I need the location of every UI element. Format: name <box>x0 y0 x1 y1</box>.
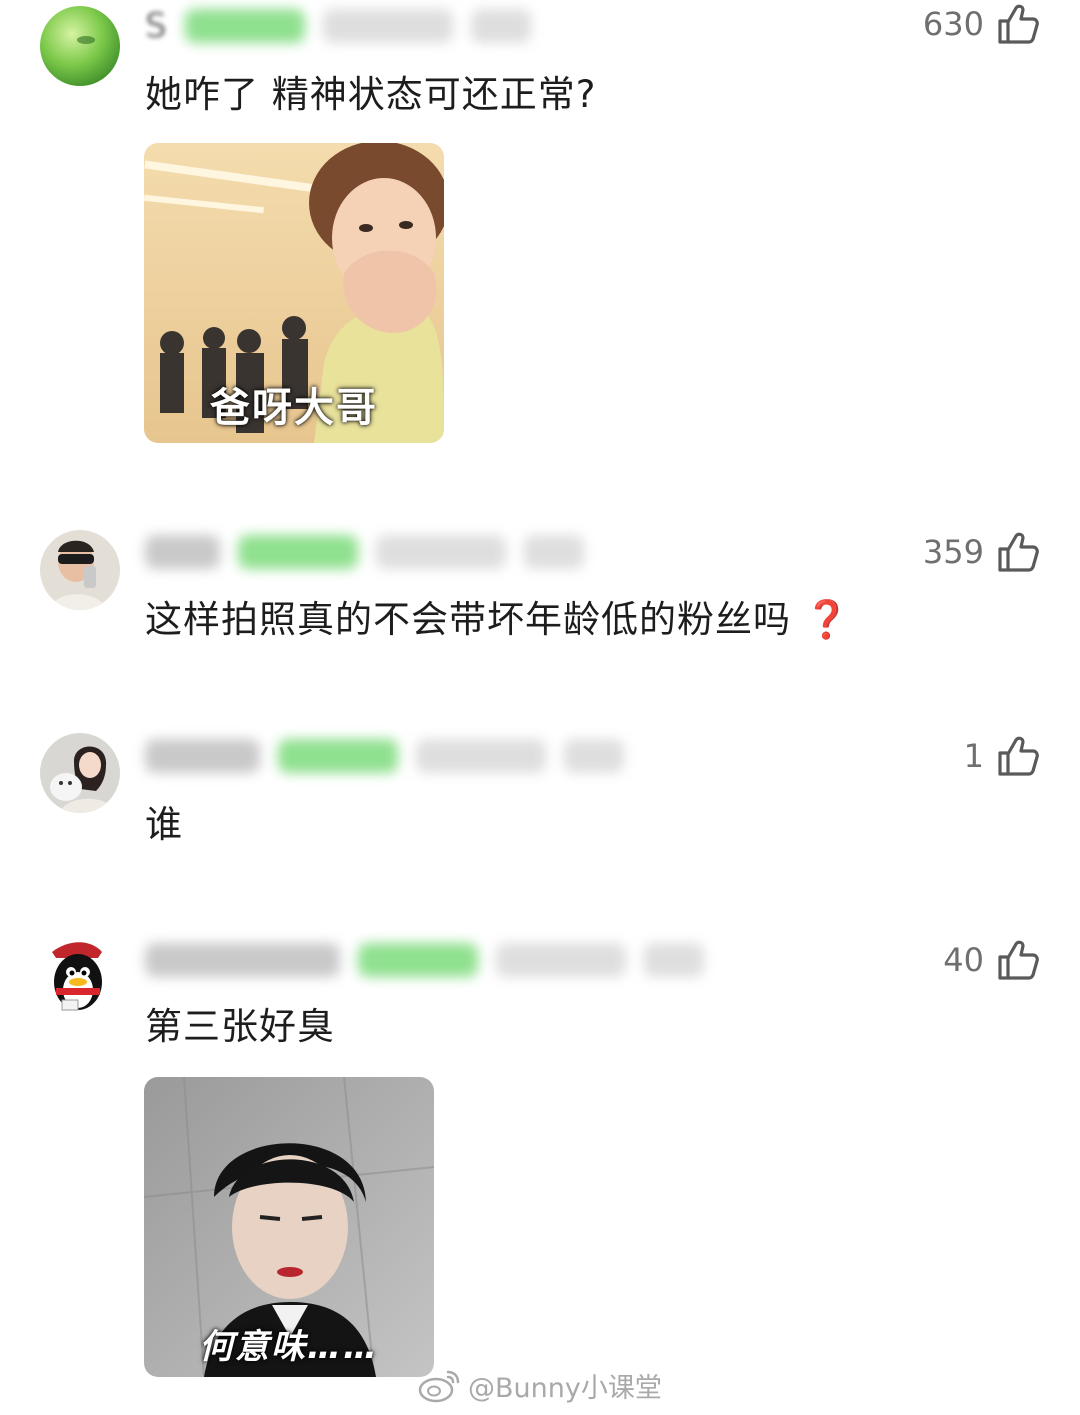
comment-text: 谁 <box>145 803 183 846</box>
question-mark-emoji: ❓ <box>803 598 851 641</box>
avatar[interactable] <box>40 530 120 610</box>
like-count: 40 <box>943 941 984 979</box>
like-control[interactable]: 1 <box>964 734 1040 778</box>
avatar[interactable] <box>40 6 120 86</box>
sticker-caption: 爸呀大哥 <box>210 385 378 431</box>
like-control[interactable]: 359 <box>923 530 1040 574</box>
like-control[interactable]: 630 <box>923 2 1040 46</box>
weibo-logo-icon <box>418 1370 460 1402</box>
blurred-info <box>564 739 624 773</box>
blurred-badge <box>238 535 358 569</box>
blurred-badge <box>278 739 398 773</box>
comment-meta: S <box>145 4 531 48</box>
comment-text-body: 这样拍照真的不会带坏年龄低的粉丝吗 <box>145 598 791 641</box>
blurred-badge <box>358 943 478 977</box>
blurred-username[interactable] <box>145 739 260 773</box>
comment-text: 她咋了 精神状态可还正常? <box>145 73 597 116</box>
blurred-info <box>376 535 506 569</box>
blurred-info <box>496 943 626 977</box>
thumbs-up-icon[interactable] <box>996 530 1040 574</box>
blurred-username[interactable] <box>145 943 340 977</box>
blurred-username[interactable] <box>145 535 220 569</box>
thumbs-up-icon[interactable] <box>996 2 1040 46</box>
like-count: 1 <box>963 737 984 775</box>
like-count: 359 <box>922 533 984 571</box>
comment-meta <box>145 530 584 574</box>
comment-text: 这样拍照真的不会带坏年龄低的粉丝吗 ❓ <box>145 597 851 643</box>
thumbs-up-icon[interactable] <box>996 734 1040 778</box>
thumbs-up-icon[interactable] <box>996 938 1040 982</box>
avatar[interactable] <box>40 938 120 1018</box>
watermark: @Bunny小课堂 <box>418 1366 662 1405</box>
comment-meta <box>145 734 624 778</box>
username[interactable]: S <box>145 6 167 46</box>
comment-text: 第三张好臭 <box>145 1005 335 1048</box>
sticker-caption: 何意味…… <box>199 1327 379 1367</box>
blurred-info <box>416 739 546 773</box>
comment-meta <box>145 938 704 982</box>
blurred-info <box>644 943 704 977</box>
blurred-info <box>524 535 584 569</box>
blurred-info <box>322 9 453 43</box>
blurred-badge <box>184 9 305 43</box>
sticker-image[interactable]: 爸呀大哥 <box>144 143 444 443</box>
like-count: 630 <box>922 5 984 43</box>
sticker-image[interactable]: 何意味…… <box>144 1077 434 1377</box>
like-control[interactable]: 40 <box>943 938 1040 982</box>
avatar[interactable] <box>40 733 120 813</box>
blurred-info <box>470 9 531 43</box>
watermark-text: @Bunny小课堂 <box>468 1373 662 1404</box>
